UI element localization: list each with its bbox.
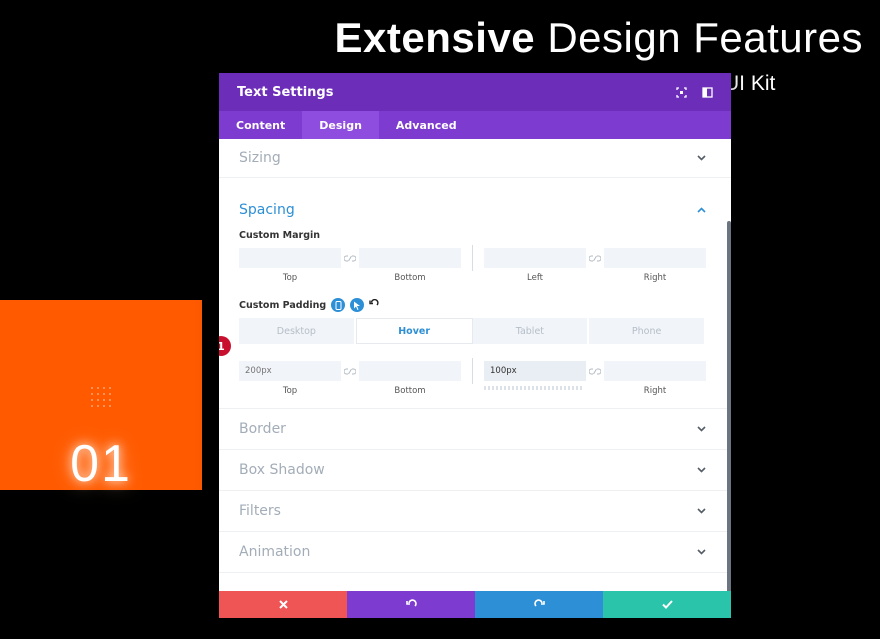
save-button[interactable] xyxy=(603,591,731,618)
tab-design[interactable]: Design xyxy=(302,111,379,139)
modal-header: Text Settings xyxy=(219,73,731,111)
text-settings-modal: Text Settings Content Design Advanced Si… xyxy=(219,73,731,618)
device-tab-phone[interactable]: Phone xyxy=(589,318,706,344)
chevron-down-icon xyxy=(696,547,706,557)
modal-title: Text Settings xyxy=(237,84,334,100)
section-spacing: Spacing Custom Margin Top Bottom Left Ri… xyxy=(219,178,731,409)
checkmark-icon xyxy=(661,600,673,609)
section-border-title: Border xyxy=(239,421,286,437)
hover-cursor-icon[interactable] xyxy=(350,298,365,312)
chevron-down-icon xyxy=(696,153,706,163)
section-box-shadow-title: Box Shadow xyxy=(239,462,325,478)
divider xyxy=(472,245,473,271)
hero-subtitle: UI Kit xyxy=(724,72,776,95)
link-icon[interactable] xyxy=(341,361,359,381)
section-sizing[interactable]: Sizing xyxy=(219,139,731,178)
divider xyxy=(472,358,473,384)
hero-title: Extensive Design Features xyxy=(335,14,863,62)
scrollbar[interactable] xyxy=(727,221,731,591)
redo-icon xyxy=(533,599,545,607)
undo-icon xyxy=(405,599,417,607)
custom-padding-labels: Top Bottom Right xyxy=(239,384,706,398)
chevron-down-icon xyxy=(696,465,706,475)
device-tab-desktop[interactable]: Desktop xyxy=(239,318,356,344)
step-badge: 1 xyxy=(219,336,231,356)
reset-icon[interactable] xyxy=(369,298,379,312)
orange-card: 01 xyxy=(0,300,202,493)
custom-padding-label-row: Custom Padding xyxy=(239,298,706,312)
hero-title-bold: Extensive xyxy=(334,14,536,61)
undo-button[interactable] xyxy=(347,591,475,618)
padding-left-input[interactable] xyxy=(484,361,586,381)
margin-top-input[interactable] xyxy=(239,248,341,268)
margin-left-label: Left xyxy=(527,273,543,283)
modal-footer xyxy=(219,591,731,618)
dots-pattern-icon xyxy=(91,387,111,407)
margin-top-label: Top xyxy=(282,273,298,283)
padding-bottom-label: Bottom xyxy=(394,386,426,396)
link-icon[interactable] xyxy=(341,248,359,268)
custom-padding-label: Custom Padding xyxy=(239,299,327,311)
section-filters[interactable]: Filters xyxy=(219,491,731,532)
sidebar-toggle-icon[interactable] xyxy=(701,86,713,98)
section-sizing-title: Sizing xyxy=(239,150,281,166)
margin-bottom-input[interactable] xyxy=(359,248,461,268)
section-animation-title: Animation xyxy=(239,544,311,560)
link-icon[interactable] xyxy=(586,361,604,381)
link-icon[interactable] xyxy=(586,248,604,268)
section-border[interactable]: Border xyxy=(219,409,731,450)
device-tabs: Desktop Hover Tablet Phone xyxy=(239,318,706,344)
section-animation[interactable]: Animation xyxy=(219,532,731,573)
custom-margin-label: Custom Margin xyxy=(239,230,321,241)
expand-icon[interactable] xyxy=(675,86,687,98)
close-icon xyxy=(278,600,288,609)
margin-left-input[interactable] xyxy=(484,248,586,268)
section-spacing-title: Spacing xyxy=(239,202,295,218)
redo-button[interactable] xyxy=(475,591,603,618)
padding-right-input[interactable] xyxy=(604,361,706,381)
device-tab-hover[interactable]: Hover xyxy=(355,318,473,344)
responsive-phone-icon[interactable] xyxy=(331,298,346,312)
custom-padding-row xyxy=(239,358,706,384)
chevron-down-icon xyxy=(696,424,706,434)
section-filters-title: Filters xyxy=(239,503,281,519)
section-spacing-header[interactable]: Spacing xyxy=(239,178,706,232)
device-tab-tablet[interactable]: Tablet xyxy=(472,318,590,344)
value-slider[interactable] xyxy=(484,386,584,390)
card-number: 01 xyxy=(70,435,132,493)
tab-content[interactable]: Content xyxy=(219,111,302,139)
margin-right-label: Right xyxy=(643,273,667,283)
margin-bottom-label: Bottom xyxy=(394,273,426,283)
padding-bottom-input[interactable] xyxy=(359,361,461,381)
tab-advanced[interactable]: Advanced xyxy=(379,111,474,139)
modal-body: Sizing Spacing Custom Margin Top Bottom … xyxy=(219,139,731,591)
margin-right-input[interactable] xyxy=(604,248,706,268)
hero-title-light: Design Features xyxy=(547,14,863,61)
custom-margin-labels: Top Bottom Left Right xyxy=(239,271,706,285)
padding-top-input[interactable] xyxy=(239,361,341,381)
padding-right-label: Right xyxy=(643,386,667,396)
custom-margin-row xyxy=(239,245,706,271)
chevron-up-icon xyxy=(696,205,706,215)
chevron-down-icon xyxy=(696,506,706,516)
padding-top-label: Top xyxy=(282,386,298,396)
cancel-button[interactable] xyxy=(219,591,347,618)
modal-tabs: Content Design Advanced xyxy=(219,111,731,139)
section-box-shadow[interactable]: Box Shadow xyxy=(219,450,731,491)
